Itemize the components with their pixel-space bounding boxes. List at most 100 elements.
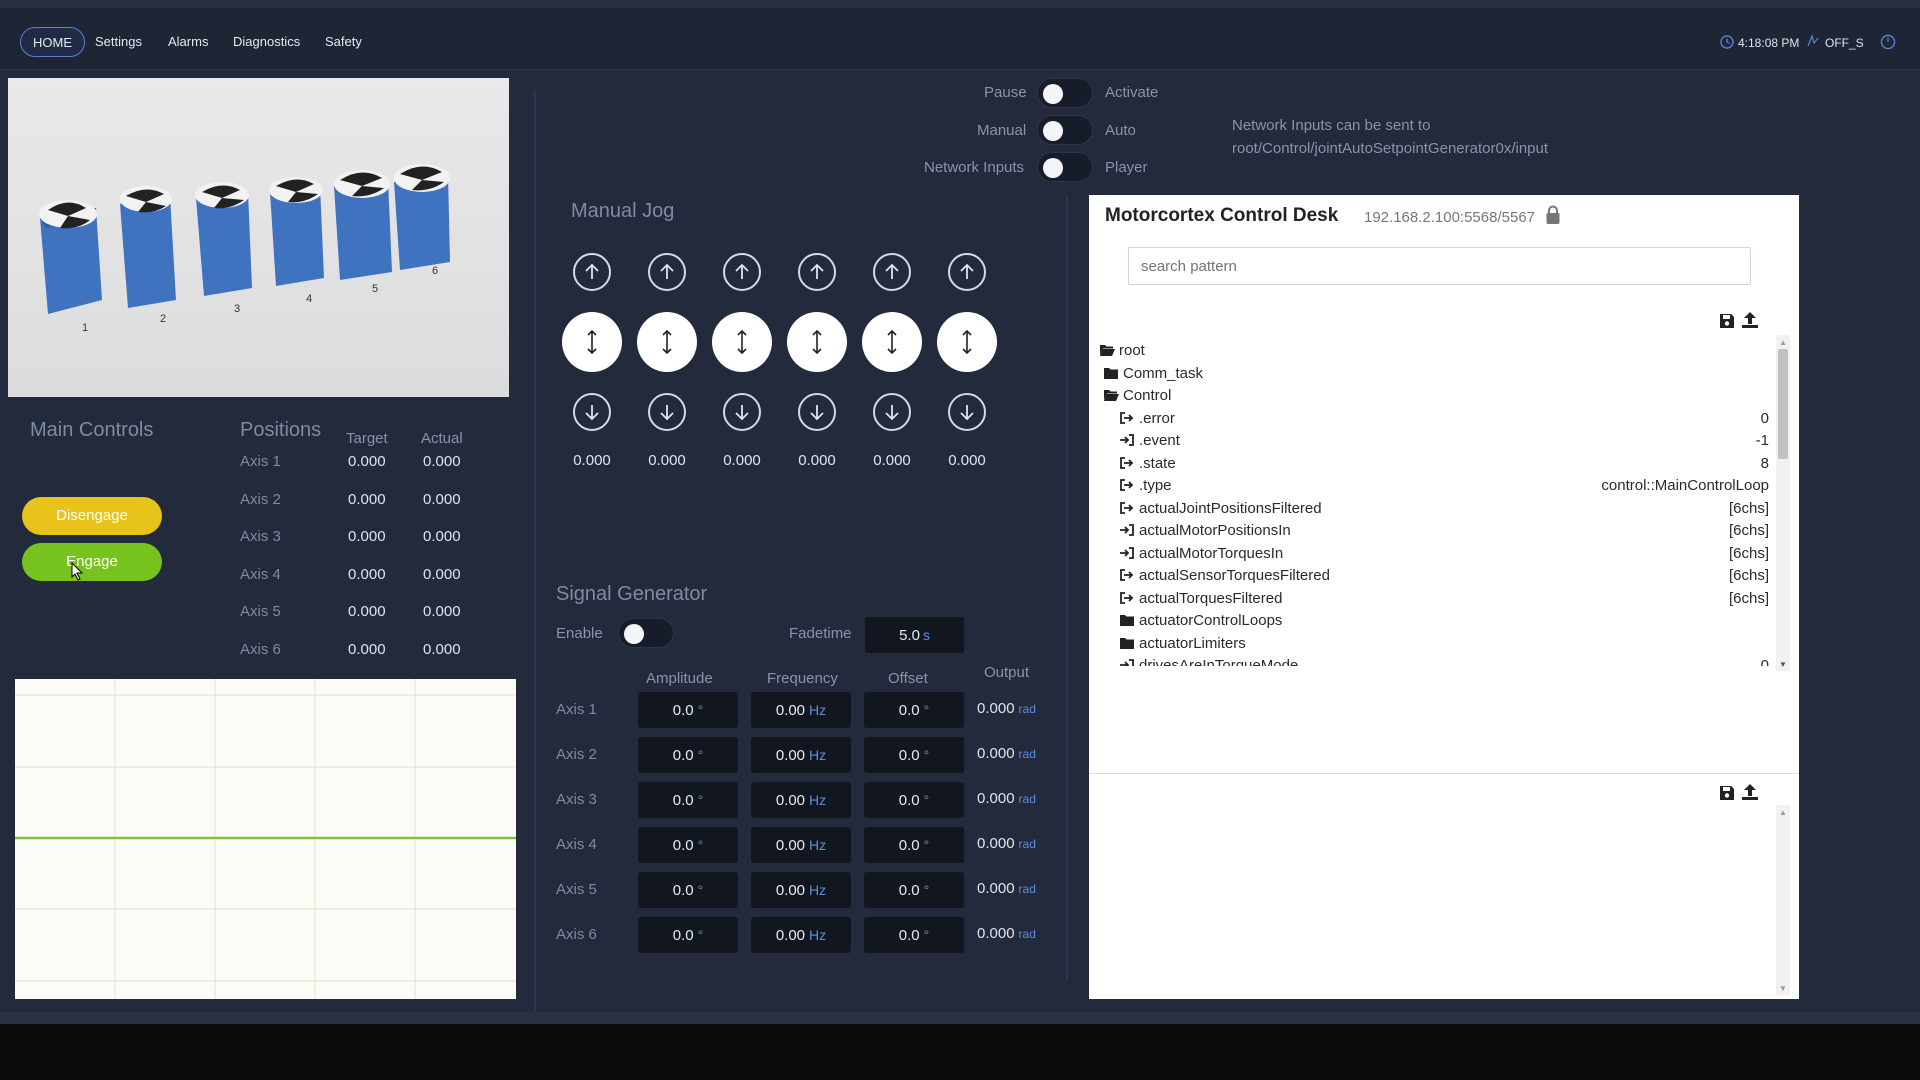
tree-row[interactable]: actualMotorTorquesIn [6chs]: [1099, 543, 1779, 565]
frequency-input[interactable]: 0.00 Hz: [751, 737, 851, 773]
jog-drag-axis-6[interactable]: [937, 312, 997, 372]
jog-drag-axis-4[interactable]: [787, 312, 847, 372]
manual-auto-toggle[interactable]: [1037, 115, 1093, 145]
tree-row[interactable]: root: [1099, 340, 1779, 362]
jog-down-axis-3[interactable]: [723, 393, 761, 431]
tree-row[interactable]: actualTorquesFiltered [6chs]: [1099, 588, 1779, 610]
offset-input[interactable]: 0.0 °: [864, 737, 964, 773]
amplitude-input[interactable]: 0.0 °: [638, 827, 738, 863]
control-desk-address: 192.168.2.100:5568/5567: [1364, 209, 1535, 226]
tab-safety[interactable]: Safety: [313, 27, 374, 57]
tree-row[interactable]: .error 0: [1099, 408, 1779, 430]
amplitude-input[interactable]: 0.0 °: [638, 782, 738, 818]
watch-scroll-down-icon[interactable]: ▼: [1779, 984, 1787, 993]
tree-row[interactable]: actuatorControlLoops: [1099, 610, 1779, 632]
tree-row[interactable]: drivesAreInTorqueMode 0: [1099, 655, 1779, 666]
amplitude-input[interactable]: 0.0 °: [638, 692, 738, 728]
jog-drag-axis-3[interactable]: [712, 312, 772, 372]
tree-node-name: Comm_task: [1123, 364, 1204, 382]
offset-input[interactable]: 0.0 °: [864, 782, 964, 818]
amplitude-input[interactable]: 0.0 °: [638, 917, 738, 953]
jog-down-axis-2[interactable]: [648, 393, 686, 431]
jog-down-axis-4[interactable]: [798, 393, 836, 431]
siggen-axis-label: Axis 2: [556, 746, 597, 763]
enable-toggle[interactable]: [618, 618, 674, 648]
position-actual-value: 0.000: [423, 490, 461, 508]
amplitude-input[interactable]: 0.0 °: [638, 737, 738, 773]
tree-row[interactable]: .event -1: [1099, 430, 1779, 452]
search-input[interactable]: [1128, 247, 1751, 285]
disengage-button[interactable]: Disengage: [22, 497, 162, 535]
tree-row[interactable]: actualSensorTorquesFiltered [6chs]: [1099, 565, 1779, 587]
frequency-input[interactable]: 0.00 Hz: [751, 872, 851, 908]
offset-input-unit: °: [923, 747, 930, 763]
scroll-down-icon[interactable]: ▼: [1779, 660, 1787, 669]
power-icon[interactable]: [1880, 34, 1896, 53]
pause-activate-toggle[interactable]: [1037, 78, 1093, 108]
save-icon[interactable]: [1719, 313, 1735, 334]
frequency-input-unit: Hz: [809, 792, 827, 808]
tree-row[interactable]: Comm_task: [1099, 363, 1779, 385]
tree-node-name: actualTorquesFiltered: [1139, 589, 1283, 607]
output-unit: rad: [1018, 747, 1036, 761]
tree-row[interactable]: .state 8: [1099, 453, 1779, 475]
position-actual-value: 0.000: [423, 565, 461, 583]
tree-row[interactable]: actuatorLimiters: [1099, 633, 1779, 655]
jog-drag-axis-2[interactable]: [637, 312, 697, 372]
amplitude-input[interactable]: 0.0 °: [638, 872, 738, 908]
upload-icon[interactable]: [1741, 311, 1759, 334]
frequency-input[interactable]: 0.00 Hz: [751, 917, 851, 953]
jog-up-axis-4[interactable]: [798, 253, 836, 291]
jog-down-axis-6[interactable]: [948, 393, 986, 431]
tab-alarms[interactable]: Alarms: [156, 27, 220, 57]
frequency-input[interactable]: 0.00 Hz: [751, 692, 851, 728]
robot-3d-viewport[interactable]: 1 2 3 4 5 6: [8, 78, 509, 397]
desk-divider: [1089, 773, 1799, 774]
amplitude-input-unit: °: [697, 882, 704, 898]
frequency-input-value: 0.00: [775, 792, 806, 809]
frequency-input[interactable]: 0.00 Hz: [751, 782, 851, 818]
mode-status: OFF_S: [1825, 36, 1864, 50]
amplitude-input-unit: °: [697, 927, 704, 943]
jog-drag-axis-1[interactable]: [562, 312, 622, 372]
offset-input-unit: °: [923, 882, 930, 898]
input-icon: [1119, 658, 1135, 666]
offset-input[interactable]: 0.0 °: [864, 692, 964, 728]
lock-icon: [1545, 205, 1561, 230]
tab-diagnostics[interactable]: Diagnostics: [221, 27, 312, 57]
offset-input[interactable]: 0.0 °: [864, 917, 964, 953]
tree-row[interactable]: actualMotorPositionsIn [6chs]: [1099, 520, 1779, 542]
fadetime-input[interactable]: 5.0 s: [865, 617, 964, 653]
offset-input[interactable]: 0.0 °: [864, 827, 964, 863]
save-icon-lower[interactable]: [1719, 785, 1735, 806]
jog-up-axis-3[interactable]: [723, 253, 761, 291]
jog-up-axis-2[interactable]: [648, 253, 686, 291]
scroll-up-icon[interactable]: ▲: [1779, 338, 1787, 347]
jog-up-axis-5[interactable]: [873, 253, 911, 291]
offset-input[interactable]: 0.0 °: [864, 872, 964, 908]
signal-plot[interactable]: [15, 679, 516, 999]
tree-row[interactable]: Control: [1099, 385, 1779, 407]
jog-up-axis-6[interactable]: [948, 253, 986, 291]
tree-row[interactable]: actualJointPositionsFiltered [6chs]: [1099, 498, 1779, 520]
tree-node-name: drivesAreInTorqueMode: [1139, 657, 1299, 666]
network-note-line1: Network Inputs can be sent to: [1232, 117, 1431, 134]
jog-up-axis-1[interactable]: [573, 253, 611, 291]
offset-input-value: 0.0: [898, 927, 920, 944]
tab-settings[interactable]: Settings: [83, 27, 154, 57]
jog-drag-axis-5[interactable]: [862, 312, 922, 372]
tree-scrollbar[interactable]: ▲ ▼: [1776, 335, 1790, 671]
tree-row[interactable]: .type control::MainControlLoop: [1099, 475, 1779, 497]
engage-button[interactable]: Engage: [22, 543, 162, 581]
watch-scrollbar[interactable]: ▲ ▼: [1776, 805, 1790, 995]
jog-down-axis-5[interactable]: [873, 393, 911, 431]
tab-home[interactable]: HOME: [20, 27, 85, 57]
activate-label: Activate: [1105, 84, 1159, 101]
frequency-input[interactable]: 0.00 Hz: [751, 827, 851, 863]
jog-down-axis-1[interactable]: [573, 393, 611, 431]
watch-scroll-up-icon[interactable]: ▲: [1779, 808, 1787, 817]
network-player-toggle[interactable]: [1037, 152, 1093, 182]
tree-scrollbar-thumb[interactable]: [1778, 349, 1788, 459]
upload-icon-lower[interactable]: [1741, 783, 1759, 806]
jog-value-axis-2: 0.000: [648, 452, 686, 469]
